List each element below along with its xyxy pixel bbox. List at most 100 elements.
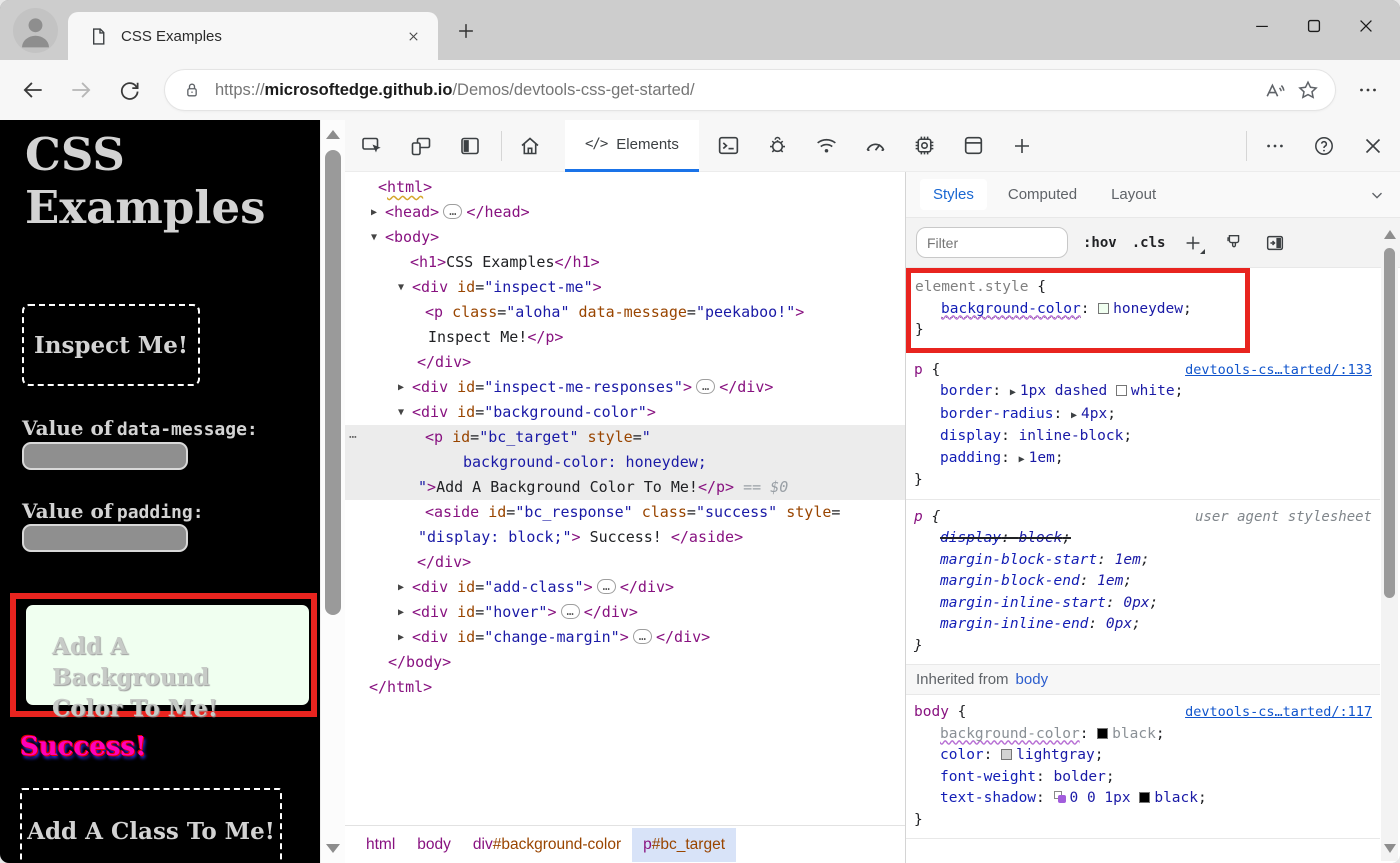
more-tabs-icon[interactable]	[1009, 132, 1036, 159]
expand-children-pill[interactable]: …	[633, 629, 652, 644]
browser-settings-button[interactable]	[1348, 71, 1388, 109]
dom-tree-line[interactable]: <html>	[345, 175, 905, 200]
dom-tree-line[interactable]: <h1>CSS Examples</h1>	[345, 250, 905, 275]
url-text[interactable]: https://microsoftedge.github.io/Demos/de…	[215, 81, 1257, 100]
color-swatch-icon[interactable]	[1098, 303, 1109, 314]
dom-tree-line[interactable]: ▶<div id="inspect-me-responses">…</div>	[345, 375, 905, 400]
css-property[interactable]: color: lightgray;	[914, 745, 1372, 767]
debug-icon[interactable]	[764, 132, 791, 159]
performance-icon[interactable]	[862, 132, 889, 159]
console-icon[interactable]	[715, 132, 742, 159]
dom-tree-line[interactable]: ▼<div id="background-color">	[345, 400, 905, 425]
toggle-pseudo-states[interactable]: :hov	[1083, 235, 1117, 251]
paintbrush-icon[interactable]	[1221, 230, 1247, 256]
dom-tree-line[interactable]: Inspect Me!</p>	[345, 325, 905, 350]
css-rule[interactable]: p {user agent stylesheetdisplay: block;m…	[906, 500, 1380, 666]
breadcrumb-item[interactable]: div#background-color	[462, 828, 632, 862]
expand-children-pill[interactable]: …	[696, 379, 715, 394]
scroll-up-icon[interactable]	[326, 130, 340, 139]
close-devtools-icon[interactable]	[1359, 132, 1386, 159]
dom-tree-line[interactable]: <aside id="bc_response" class="success" …	[345, 500, 905, 525]
expand-children-pill[interactable]: …	[561, 604, 580, 619]
favorites-star-icon[interactable]	[1291, 73, 1325, 107]
css-rule[interactable]: p {devtools-cs…tarted/:133border: ▶1px d…	[906, 353, 1380, 500]
expand-children-pill[interactable]: …	[443, 204, 462, 219]
inherited-from-link[interactable]: body	[1016, 671, 1049, 688]
dom-tree-line[interactable]: </body>	[345, 650, 905, 675]
browser-tab[interactable]: CSS Examples	[68, 12, 438, 60]
lock-icon[interactable]	[177, 75, 207, 105]
dom-tree-line[interactable]: ⋯<p id="bc_target" style="	[345, 425, 905, 450]
dom-tree-line[interactable]: <p class="aloha" data-message="peekaboo!…	[345, 300, 905, 325]
expand-arrow-icon[interactable]: ▶	[398, 575, 404, 600]
styles-filter-input[interactable]	[916, 227, 1068, 258]
dom-tree-line[interactable]: ▶<div id="change-margin">…</div>	[345, 625, 905, 650]
application-icon[interactable]	[960, 132, 987, 159]
toggle-element-classes[interactable]: .cls	[1132, 235, 1166, 251]
css-property[interactable]: margin-inline-end: 0px;	[914, 614, 1372, 636]
inspect-icon[interactable]	[358, 132, 385, 159]
refresh-button[interactable]	[110, 71, 148, 109]
collapse-arrow-icon[interactable]: ▼	[371, 225, 377, 250]
css-property[interactable]: margin-inline-start: 0px;	[914, 593, 1372, 615]
css-property[interactable]: padding: ▶1em;	[914, 448, 1372, 471]
css-property[interactable]: display: block;	[914, 528, 1372, 550]
expand-arrow-icon[interactable]: ▶	[398, 600, 404, 625]
css-property[interactable]: border-radius: ▶4px;	[914, 404, 1372, 427]
network-icon[interactable]	[813, 132, 840, 159]
css-property[interactable]: display: inline-block;	[914, 426, 1372, 448]
dom-tree-line[interactable]: "display: block;"> Success! </aside>	[345, 525, 905, 550]
dom-tree-line[interactable]: ">Add A Background Color To Me!</p> == $…	[345, 475, 905, 500]
css-property[interactable]: margin-block-end: 1em;	[914, 571, 1372, 593]
tab-elements[interactable]: </> Elements	[565, 120, 699, 172]
expand-shorthand-icon[interactable]: ▶	[1071, 410, 1077, 421]
dom-tree-line[interactable]: ▼<div id="inspect-me">	[345, 275, 905, 300]
scroll-down-icon[interactable]	[1384, 844, 1396, 853]
tab-layout[interactable]: Layout	[1098, 179, 1169, 210]
dom-tree-line[interactable]: ▶<div id="hover">…</div>	[345, 600, 905, 625]
expand-arrow-icon[interactable]: ▶	[398, 375, 404, 400]
padding-field[interactable]	[22, 524, 188, 552]
memory-icon[interactable]	[911, 132, 938, 159]
dom-tree-line[interactable]: </div>	[345, 550, 905, 575]
css-property[interactable]: background-color: honeydew;	[915, 299, 1237, 321]
address-bar[interactable]: https://microsoftedge.github.io/Demos/de…	[164, 69, 1336, 111]
dom-tree-line[interactable]: ▶<div id="add-class">…</div>	[345, 575, 905, 600]
css-property[interactable]: margin-block-start: 1em;	[914, 550, 1372, 572]
tab-styles[interactable]: Styles	[920, 179, 987, 210]
collapse-arrow-icon[interactable]: ▼	[398, 275, 404, 300]
dom-tree-line[interactable]: ▶<head>…</head>	[345, 200, 905, 225]
css-property[interactable]: background-color: black;	[914, 724, 1372, 746]
help-icon[interactable]	[1310, 132, 1337, 159]
close-window-icon[interactable]	[1340, 0, 1392, 52]
css-property[interactable]: font-weight: bolder;	[914, 767, 1372, 789]
dom-tree-line[interactable]: ▼<body>	[345, 225, 905, 250]
breadcrumb-item[interactable]: p#bc_target	[632, 828, 736, 862]
color-swatch-icon[interactable]	[1097, 728, 1108, 739]
read-aloud-icon[interactable]	[1257, 73, 1291, 107]
stylesheet-source-link[interactable]: devtools-cs…tarted/:133	[1185, 360, 1372, 382]
data-message-field[interactable]	[22, 442, 188, 470]
dom-tree-line[interactable]: background-color: honeydew;	[345, 450, 905, 475]
maximize-icon[interactable]	[1288, 0, 1340, 52]
minimize-icon[interactable]	[1236, 0, 1288, 52]
color-swatch-icon[interactable]	[1116, 385, 1127, 396]
profile-button[interactable]	[13, 8, 58, 53]
expand-arrow-icon[interactable]: ▶	[398, 625, 404, 650]
css-rule[interactable]: body {devtools-cs…tarted/:117background-…	[906, 695, 1380, 839]
selected-node-menu-icon[interactable]: ⋯	[349, 425, 358, 450]
styles-scrollbar-thumb[interactable]	[1384, 248, 1395, 598]
new-tab-button[interactable]	[452, 17, 480, 45]
expand-children-pill[interactable]: …	[597, 579, 616, 594]
css-property[interactable]: border: ▶1px dashed white;	[914, 381, 1372, 404]
dom-tree-line[interactable]: </div>	[345, 350, 905, 375]
collapse-arrow-icon[interactable]: ▼	[398, 400, 404, 425]
add-background-color-button[interactable]: Add A Background Color To Me!	[26, 605, 309, 705]
chevron-down-icon[interactable]	[1368, 186, 1386, 204]
breadcrumb-item[interactable]: html	[355, 828, 406, 862]
page-scrollbar[interactable]	[320, 120, 345, 863]
scroll-up-icon[interactable]	[1384, 230, 1396, 239]
shadow-editor-icon[interactable]	[1054, 791, 1066, 803]
styles-scrollbar[interactable]	[1381, 222, 1398, 861]
home-icon[interactable]	[516, 132, 543, 159]
